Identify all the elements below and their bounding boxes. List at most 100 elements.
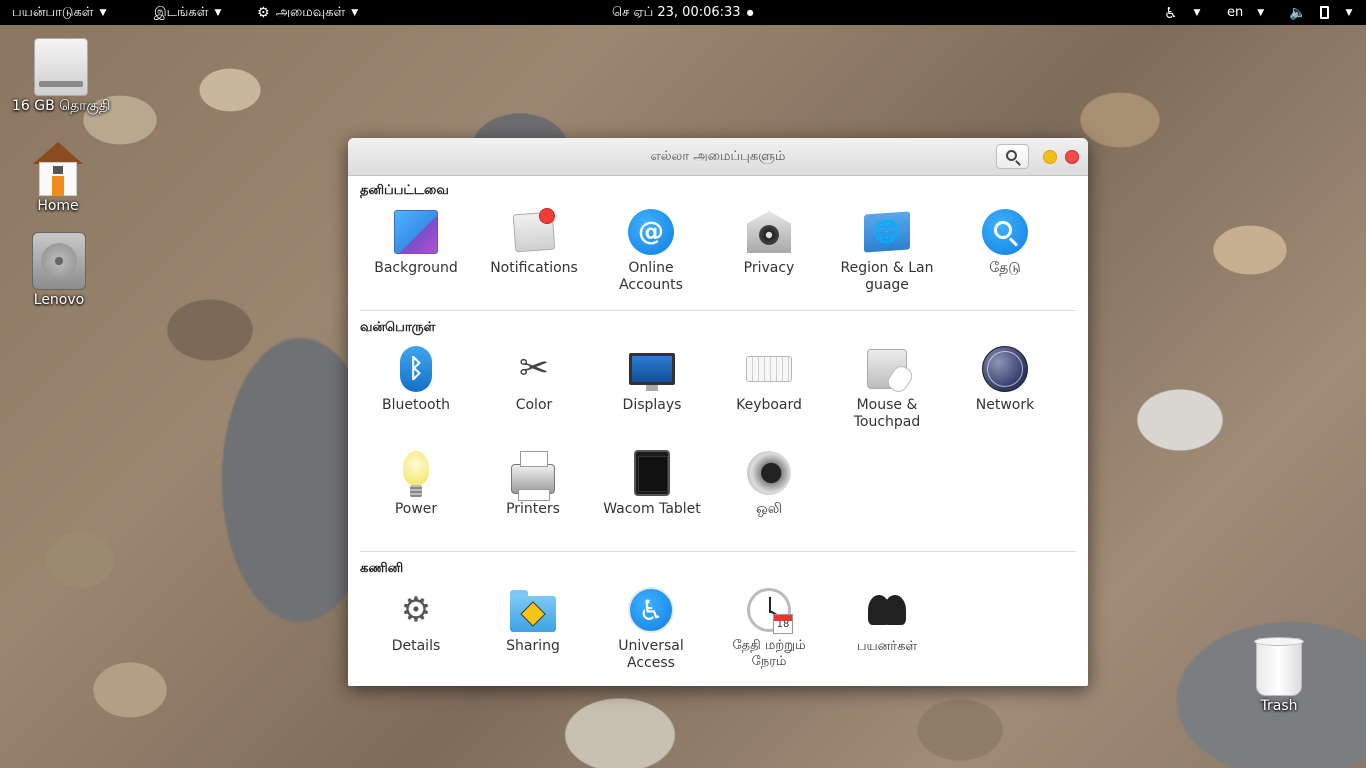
system-menu[interactable]: 🔈 ▼ [1289, 0, 1352, 25]
applications-menu-label: பயன்பாடுகள் [12, 4, 94, 20]
online-accounts-icon: @ [627, 208, 675, 256]
panel-label: Details [391, 638, 441, 654]
clock[interactable]: செ ஏப் 23, 00:06:33 ● [612, 0, 754, 25]
chevron-down-icon: ▼ [1257, 7, 1265, 18]
sound-icon [745, 449, 793, 497]
battery-icon [1320, 6, 1330, 19]
keyboard-layout-menu[interactable]: en ▼ [1227, 0, 1264, 25]
power-icon [392, 449, 440, 497]
panel-label: Region & Lan guage [840, 260, 934, 293]
chevron-down-icon: ▼ [351, 7, 359, 18]
panel-background[interactable]: Background [357, 208, 475, 277]
panel-label: Background [374, 260, 458, 276]
bluetooth-icon: ᛒ [392, 345, 440, 393]
network-icon [981, 345, 1029, 393]
panel-label: Printers [506, 501, 560, 517]
places-menu[interactable]: இடங்கள் ▼ [154, 0, 221, 25]
window-titlebar[interactable]: எல்லா அமைப்புகளும் [348, 138, 1088, 176]
sharing-icon [509, 586, 557, 634]
notifications-icon [510, 208, 558, 256]
close-button[interactable] [1065, 150, 1079, 164]
panel-details[interactable]: ⚙ Details [357, 586, 475, 655]
panel-label: தேதி மற்றும் நேரம் [732, 638, 806, 669]
volume-icon: 🔈 [1289, 4, 1307, 21]
panel-privacy[interactable]: Privacy [710, 208, 828, 277]
panel-wacom-tablet[interactable]: Wacom Tablet [593, 449, 711, 518]
desktop-icon-label: 16 GB தொகுதி [12, 98, 111, 114]
section-title-system: கணினி [360, 561, 404, 576]
settings-menu-label: அமைவுகள் [275, 4, 346, 20]
panel-color[interactable]: ✂ Color [475, 345, 593, 414]
hard-disk-icon [32, 232, 86, 290]
keyboard-icon [745, 345, 793, 393]
desktop-icon-label: Trash [1260, 698, 1298, 714]
top-panel: பயன்பாடுகள் ▼ இடங்கள் ▼ ⚙ அமைவுகள் ▼ செ … [0, 0, 1366, 25]
details-icon: ⚙ [400, 589, 432, 630]
panel-label: Power [394, 501, 438, 517]
search-icon [1006, 150, 1017, 161]
panel-label: தேடு [989, 260, 1021, 276]
panel-bluetooth[interactable]: ᛒ Bluetooth [357, 345, 475, 414]
gear-icon: ⚙ [257, 4, 270, 21]
panel-sound[interactable]: ஒலி [710, 449, 828, 518]
panel-displays[interactable]: Displays [593, 345, 711, 414]
desktop-icon-home[interactable]: Home [33, 142, 83, 214]
background-icon [392, 208, 440, 256]
home-icon [33, 142, 83, 196]
panel-search[interactable]: தேடு [946, 208, 1064, 277]
users-icon [863, 586, 911, 634]
panel-sharing[interactable]: Sharing [474, 586, 592, 655]
panel-network[interactable]: Network [946, 345, 1064, 414]
section-divider [360, 551, 1076, 552]
section-divider [360, 310, 1076, 311]
clock-label: செ ஏப் 23, 00:06:33 [612, 4, 741, 20]
panel-label: Network [975, 397, 1035, 413]
panel-label: Bluetooth [382, 397, 450, 413]
universal-access-icon: ♿ [627, 586, 675, 634]
settings-menu[interactable]: ⚙ அமைவுகள் ▼ [257, 0, 358, 25]
panel-users[interactable]: பயனர்கள் [828, 586, 946, 655]
minimize-button[interactable] [1043, 150, 1057, 164]
panel-power[interactable]: Power [357, 449, 475, 518]
calendar-icon: 18 [773, 614, 793, 634]
panel-label: Keyboard [736, 397, 802, 413]
date-time-icon: 18 [745, 586, 793, 634]
applications-menu[interactable]: பயன்பாடுகள் ▼ [12, 0, 106, 25]
search-icon [981, 208, 1029, 256]
privacy-icon [745, 208, 793, 256]
section-title-hardware: வன்பொருள் [360, 320, 436, 335]
desktop-icon-label: Lenovo [33, 292, 85, 308]
mouse-touchpad-icon [863, 345, 911, 393]
panel-label: பயனர்கள் [856, 639, 918, 654]
panel-mouse-touchpad[interactable]: Mouse & Touchpad [828, 345, 946, 431]
places-menu-label: இடங்கள் [154, 4, 209, 20]
panel-online-accounts[interactable]: @ Online Accounts [592, 208, 710, 294]
panel-label: Wacom Tablet [603, 501, 701, 517]
window-title: எல்லா அமைப்புகளும் [650, 148, 786, 164]
panel-label: Universal Access [618, 638, 684, 671]
chevron-down-icon: ▼ [214, 7, 222, 18]
search-button[interactable] [996, 144, 1029, 169]
panel-notifications[interactable]: Notifications [475, 208, 593, 277]
desktop-icon-trash[interactable]: Trash [1254, 637, 1304, 714]
panel-keyboard[interactable]: Keyboard [710, 345, 828, 414]
panel-universal-access[interactable]: ♿ Universal Access [592, 586, 710, 672]
panel-label: Mouse & Touchpad [853, 397, 921, 430]
panel-date-time[interactable]: 18 தேதி மற்றும் நேரம் [710, 586, 828, 670]
panel-region-language[interactable]: 🌐 Region & Lan guage [828, 208, 946, 294]
accessibility-menu[interactable]: ♿ ▼ [1164, 0, 1200, 25]
panel-printers[interactable]: Printers [474, 449, 592, 518]
desktop-icon-usb-volume[interactable]: 16 GB தொகுதி [12, 38, 110, 116]
panel-label: Online Accounts [619, 260, 683, 293]
panel-label: Displays [622, 397, 682, 413]
panel-label: Color [515, 397, 553, 413]
printers-icon [509, 449, 557, 501]
chevron-down-icon: ▼ [1345, 7, 1353, 18]
desktop-icon-lenovo[interactable]: Lenovo [32, 232, 86, 308]
accessibility-icon: ♿ [1164, 3, 1178, 22]
trash-icon [1254, 637, 1304, 696]
wacom-tablet-icon [628, 449, 676, 497]
chevron-down-icon: ▼ [1193, 7, 1201, 18]
panel-label: Sharing [506, 638, 560, 654]
region-language-icon: 🌐 [863, 208, 911, 256]
